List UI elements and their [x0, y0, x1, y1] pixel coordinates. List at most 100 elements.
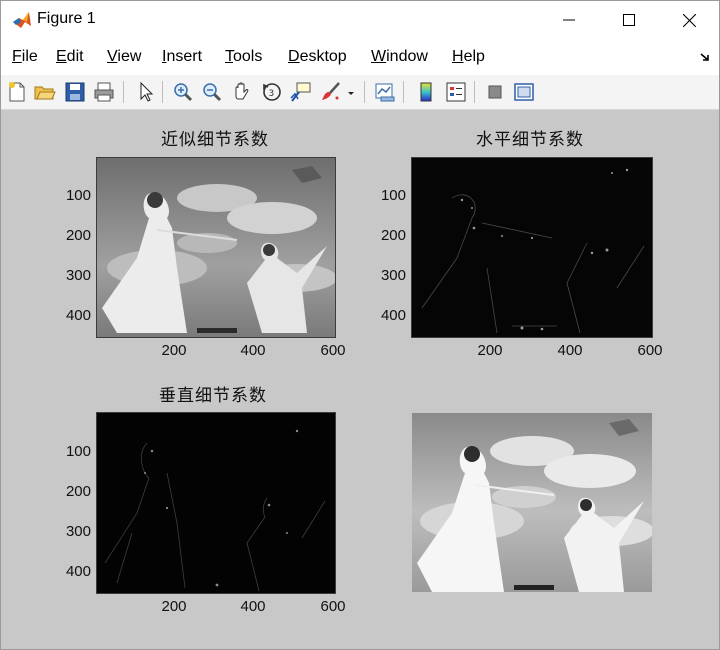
link-plot-button[interactable]	[373, 80, 397, 104]
rotate-3d-button[interactable]: 3	[260, 80, 284, 104]
subplot-3-axes[interactable]	[96, 412, 336, 594]
brush-icon	[322, 82, 340, 100]
open-file-button[interactable]	[33, 80, 57, 104]
subplot-3-xtick: 400	[240, 598, 266, 615]
subplot-2-ytick: 200	[380, 227, 406, 244]
menu-window-rest: indow	[386, 48, 428, 65]
maximize-icon	[623, 14, 635, 26]
subplot-2-ytick: 300	[380, 267, 406, 284]
vertical-detail-image	[97, 413, 335, 593]
subplot-2-title: 水平细节系数	[476, 130, 584, 150]
save-button[interactable]	[63, 80, 87, 104]
close-icon	[682, 13, 696, 27]
horizontal-detail-image	[412, 158, 652, 337]
subplot-4-axes[interactable]	[411, 412, 653, 593]
maximize-button[interactable]	[606, 1, 652, 39]
toolbar-separator	[364, 81, 365, 103]
menu-view-rest: iew	[117, 48, 142, 65]
new-figure-button[interactable]	[5, 80, 29, 104]
menu-view[interactable]: View	[107, 48, 141, 66]
window-title: Figure 1	[37, 10, 96, 27]
subplot-3-ytick: 100	[65, 443, 91, 460]
subplot-3-xtick: 600	[320, 598, 346, 615]
toolbar-separator	[162, 81, 163, 103]
subplot-1-ytick: 200	[65, 227, 91, 244]
pan-hand-icon	[235, 82, 249, 100]
menu-insert-rest: nsert	[166, 48, 203, 65]
menu-bar: File Edit View Insert Tools Desktop Wind…	[1, 39, 719, 75]
zoom-out-button[interactable]	[200, 80, 224, 104]
menu-insert[interactable]: Insert	[162, 48, 202, 66]
colorbar-button[interactable]	[414, 80, 438, 104]
menu-tools-mnemonic: T	[225, 48, 233, 65]
menu-file-mnemonic: F	[12, 48, 22, 65]
data-cursor-icon	[290, 82, 311, 102]
svg-text:3: 3	[269, 89, 275, 99]
new-figure-icon	[9, 82, 25, 102]
menu-tools[interactable]: Tools	[225, 48, 262, 66]
data-cursor-button[interactable]	[289, 80, 313, 104]
subplot-1-ytick: 100	[65, 187, 91, 204]
brush-dropdown-icon	[348, 92, 354, 95]
select-arrow-icon	[140, 81, 154, 102]
rotate-3d-icon: 3	[263, 83, 281, 101]
subplot-3-ytick: 400	[65, 563, 91, 580]
menu-help[interactable]: Help	[452, 48, 485, 66]
show-plot-tools-icon	[514, 83, 534, 101]
pan-button[interactable]	[230, 80, 254, 104]
approximation-image	[97, 158, 335, 337]
menu-edit-mnemonic: E	[56, 48, 67, 65]
menu-file[interactable]: File	[12, 48, 38, 66]
select-button[interactable]	[134, 80, 158, 104]
title-bar[interactable]: Figure 1	[1, 1, 719, 39]
menu-edit[interactable]: Edit	[56, 48, 84, 66]
toolbar-separator	[123, 81, 124, 103]
legend-button[interactable]	[444, 80, 468, 104]
minimize-button[interactable]	[546, 1, 592, 39]
print-icon	[94, 82, 114, 102]
close-button[interactable]	[666, 1, 712, 39]
minimize-icon	[563, 19, 575, 21]
undock-arrow-icon[interactable]	[699, 51, 711, 63]
toolbar-separator	[403, 81, 404, 103]
figure-toolbar: 3	[1, 75, 719, 110]
subplot-2-xtick: 200	[477, 342, 503, 359]
menu-desktop[interactable]: Desktop	[288, 48, 347, 66]
print-button[interactable]	[92, 80, 116, 104]
subplot-2-ytick: 100	[380, 187, 406, 204]
subplot-2-ytick: 400	[380, 307, 406, 324]
open-file-icon	[34, 86, 56, 100]
hide-plot-tools-icon	[488, 85, 502, 99]
subplot-1-xtick: 400	[240, 342, 266, 359]
subplot-1-ytick: 300	[65, 267, 91, 284]
brush-dropdown-button[interactable]	[344, 80, 358, 104]
subplot-2-xtick: 400	[557, 342, 583, 359]
toolbar-separator	[474, 81, 475, 103]
subplot-1-title: 近似细节系数	[161, 130, 269, 150]
subplot-1-axes[interactable]	[96, 157, 336, 338]
zoom-in-button[interactable]	[171, 80, 195, 104]
figure-window: Figure 1 File Edit View Insert Tools Des…	[0, 0, 720, 650]
zoom-out-icon	[203, 83, 222, 102]
link-plot-icon	[375, 83, 395, 102]
subplot-3-title: 垂直细节系数	[159, 386, 267, 406]
show-plot-tools-button[interactable]	[512, 80, 536, 104]
subplot-2-xtick: 600	[637, 342, 663, 359]
matlab-logo-icon	[13, 12, 31, 28]
menu-desktop-rest: esktop	[299, 48, 347, 65]
menu-window[interactable]: Window	[371, 48, 428, 66]
figure-canvas[interactable]: 近似细节系数 100 200 300 400 200 400 600 水平细节系…	[1, 110, 719, 649]
brush-button[interactable]	[319, 80, 343, 104]
subplot-3-ytick: 200	[65, 483, 91, 500]
menu-window-mnemonic: W	[371, 48, 387, 65]
subplot-1-xtick: 200	[161, 342, 187, 359]
menu-desktop-mnemonic: D	[288, 48, 300, 65]
legend-icon	[446, 82, 466, 102]
menu-view-mnemonic: V	[107, 48, 118, 65]
hide-plot-tools-button[interactable]	[483, 80, 507, 104]
save-icon	[65, 82, 85, 102]
subplot-1-ytick: 400	[65, 307, 91, 324]
menu-tools-rest: ools	[233, 48, 263, 65]
subplot-2-axes[interactable]	[411, 157, 653, 338]
menu-edit-rest: dit	[66, 48, 84, 65]
